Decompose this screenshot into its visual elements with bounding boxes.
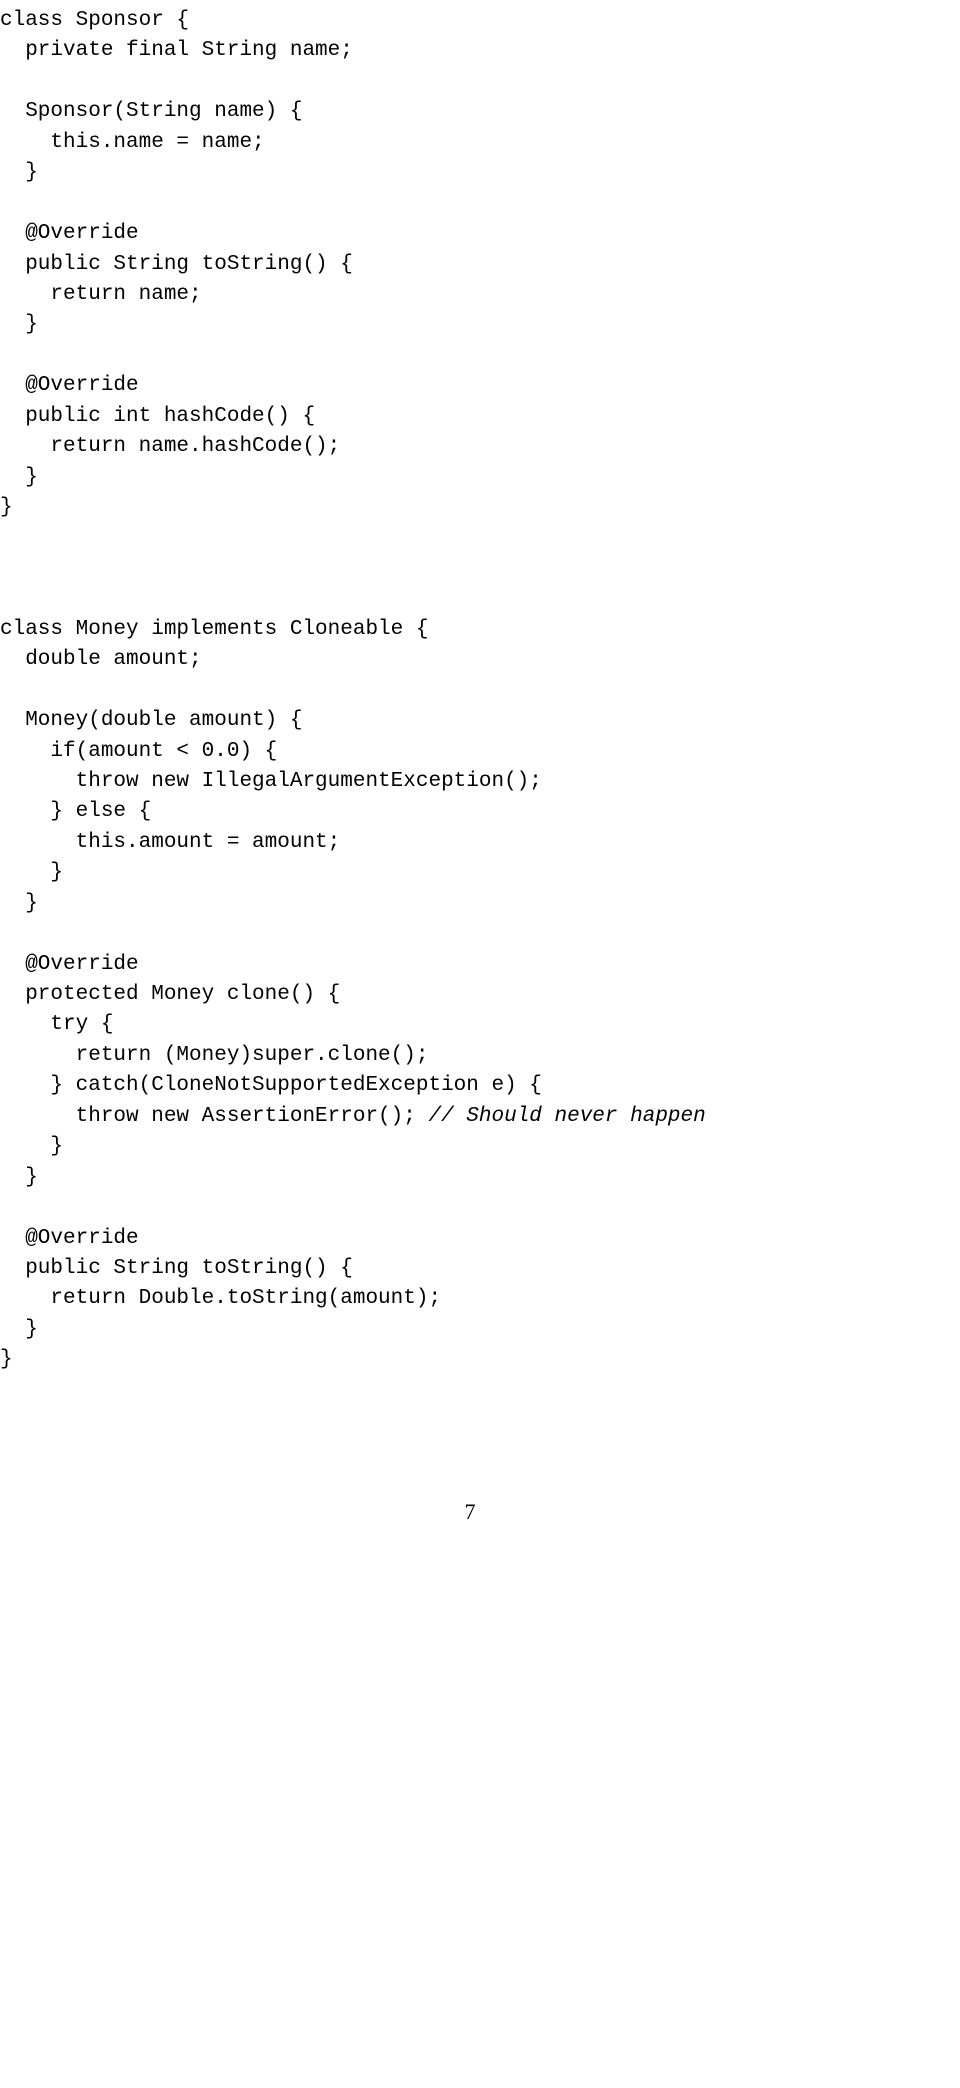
code-line: this.amount = amount; xyxy=(0,831,340,854)
code-line: } xyxy=(0,892,38,915)
code-line: } xyxy=(0,1318,38,1341)
code-comment: // Should never happen xyxy=(428,1105,705,1128)
code-line: Sponsor(String name) { xyxy=(0,100,302,123)
code-line: protected Money clone() { xyxy=(0,983,340,1006)
code-line: return Double.toString(amount); xyxy=(0,1287,441,1310)
code-line: } xyxy=(0,1348,13,1371)
code-line: } xyxy=(0,1166,38,1189)
code-line: class Money implements Cloneable { xyxy=(0,618,428,641)
code-line: return (Money)super.clone(); xyxy=(0,1044,428,1067)
code-line: @Override xyxy=(0,1227,139,1250)
code-line: throw new IllegalArgumentException(); xyxy=(0,770,542,793)
code-line: } xyxy=(0,496,13,519)
code-line: public String toString() { xyxy=(0,1257,353,1280)
code-line: } else { xyxy=(0,800,151,823)
code-line: return name.hashCode(); xyxy=(0,435,340,458)
code-line: try { xyxy=(0,1013,113,1036)
code-line: } xyxy=(0,861,63,884)
code-line: private final String name; xyxy=(0,39,353,62)
code-line: @Override xyxy=(0,374,139,397)
page-number: 7 xyxy=(0,1496,940,1528)
code-line: class Sponsor { xyxy=(0,9,189,32)
code-line: return name; xyxy=(0,283,202,306)
code-line: throw new AssertionError(); xyxy=(0,1105,428,1128)
code-line: Money(double amount) { xyxy=(0,709,302,732)
code-line: } xyxy=(0,313,38,336)
code-line: @Override xyxy=(0,953,139,976)
code-line: public String toString() { xyxy=(0,253,353,276)
code-line: } xyxy=(0,466,38,489)
code-line: this.name = name; xyxy=(0,131,265,154)
code-line: @Override xyxy=(0,222,139,245)
code-line: } catch(CloneNotSupportedException e) { xyxy=(0,1074,542,1097)
code-line: if(amount < 0.0) { xyxy=(0,740,277,763)
code-line: } xyxy=(0,161,38,184)
code-page: class Sponsor { private final String nam… xyxy=(0,0,960,1558)
code-line: double amount; xyxy=(0,648,202,671)
code-block: class Sponsor { private final String nam… xyxy=(0,6,940,1376)
code-line: public int hashCode() { xyxy=(0,405,315,428)
code-line: } xyxy=(0,1135,63,1158)
